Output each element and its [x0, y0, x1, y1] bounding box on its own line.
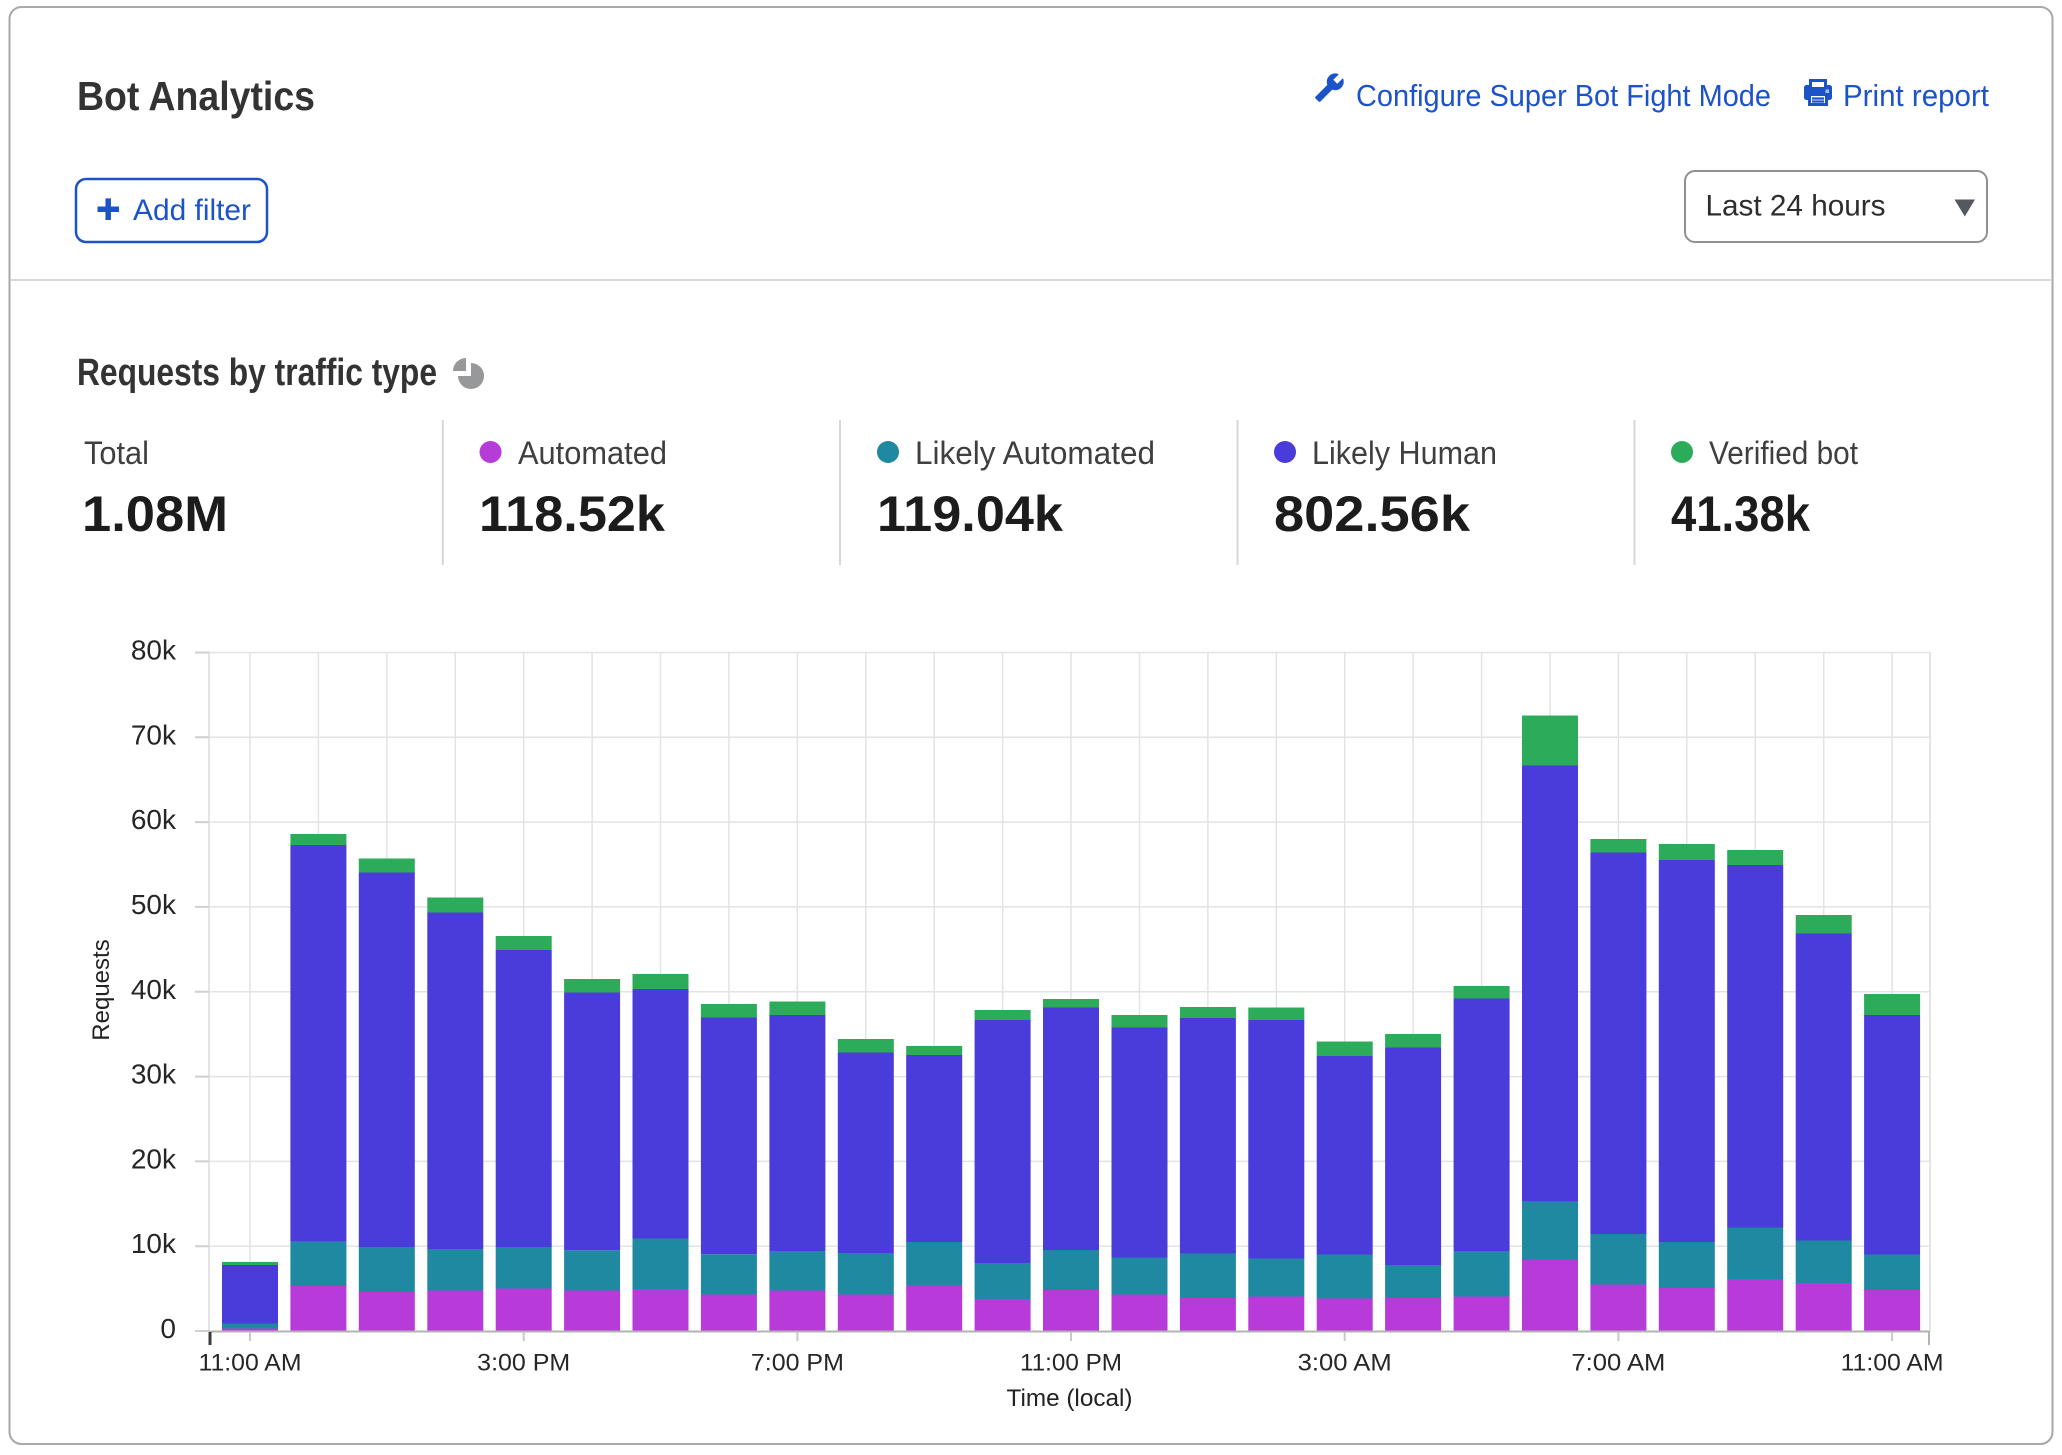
svg-text:Requests by traffic type: Requests by traffic type — [77, 352, 437, 394]
svg-text:802.56k: 802.56k — [1274, 486, 1470, 542]
svg-text:Configure Super Bot Fight Mode: Configure Super Bot Fight Mode — [1356, 78, 1771, 113]
svg-text:Verified bot: Verified bot — [1709, 435, 1858, 471]
svg-text:Automated: Automated — [518, 435, 667, 471]
svg-text:Total: Total — [84, 435, 149, 471]
svg-text:11:00 PM: 11:00 PM — [1020, 1350, 1122, 1377]
svg-text:Bot Analytics: Bot Analytics — [77, 73, 315, 119]
svg-text:Requests: Requests — [88, 939, 115, 1040]
svg-text:30k: 30k — [131, 1059, 177, 1090]
svg-text:118.52k: 118.52k — [479, 486, 665, 542]
svg-text:Likely Human: Likely Human — [1312, 435, 1497, 471]
svg-text:80k: 80k — [131, 635, 177, 666]
svg-text:3:00 AM: 3:00 AM — [1298, 1350, 1392, 1377]
svg-text:Likely Automated: Likely Automated — [915, 435, 1155, 471]
svg-text:20k: 20k — [131, 1143, 177, 1174]
svg-text:70k: 70k — [131, 719, 177, 750]
svg-text:Time (local): Time (local) — [1007, 1385, 1133, 1412]
svg-text:Print report: Print report — [1843, 78, 1989, 113]
svg-text:Last 24 hours: Last 24 hours — [1706, 190, 1886, 223]
svg-text:50k: 50k — [131, 889, 177, 920]
svg-text:41.38k: 41.38k — [1671, 486, 1810, 542]
svg-text:Add filter: Add filter — [133, 194, 251, 227]
svg-text:1.08M: 1.08M — [82, 486, 228, 542]
svg-text:11:00 AM: 11:00 AM — [199, 1350, 302, 1377]
svg-text:0: 0 — [160, 1313, 176, 1344]
svg-text:11:00 AM: 11:00 AM — [1841, 1350, 1944, 1377]
svg-text:60k: 60k — [131, 804, 177, 835]
svg-text:7:00 AM: 7:00 AM — [1571, 1350, 1665, 1377]
svg-text:40k: 40k — [131, 974, 177, 1005]
svg-text:10k: 10k — [131, 1228, 177, 1259]
svg-text:119.04k: 119.04k — [877, 486, 1063, 542]
svg-text:3:00 PM: 3:00 PM — [477, 1350, 570, 1377]
svg-text:7:00 PM: 7:00 PM — [751, 1350, 844, 1377]
